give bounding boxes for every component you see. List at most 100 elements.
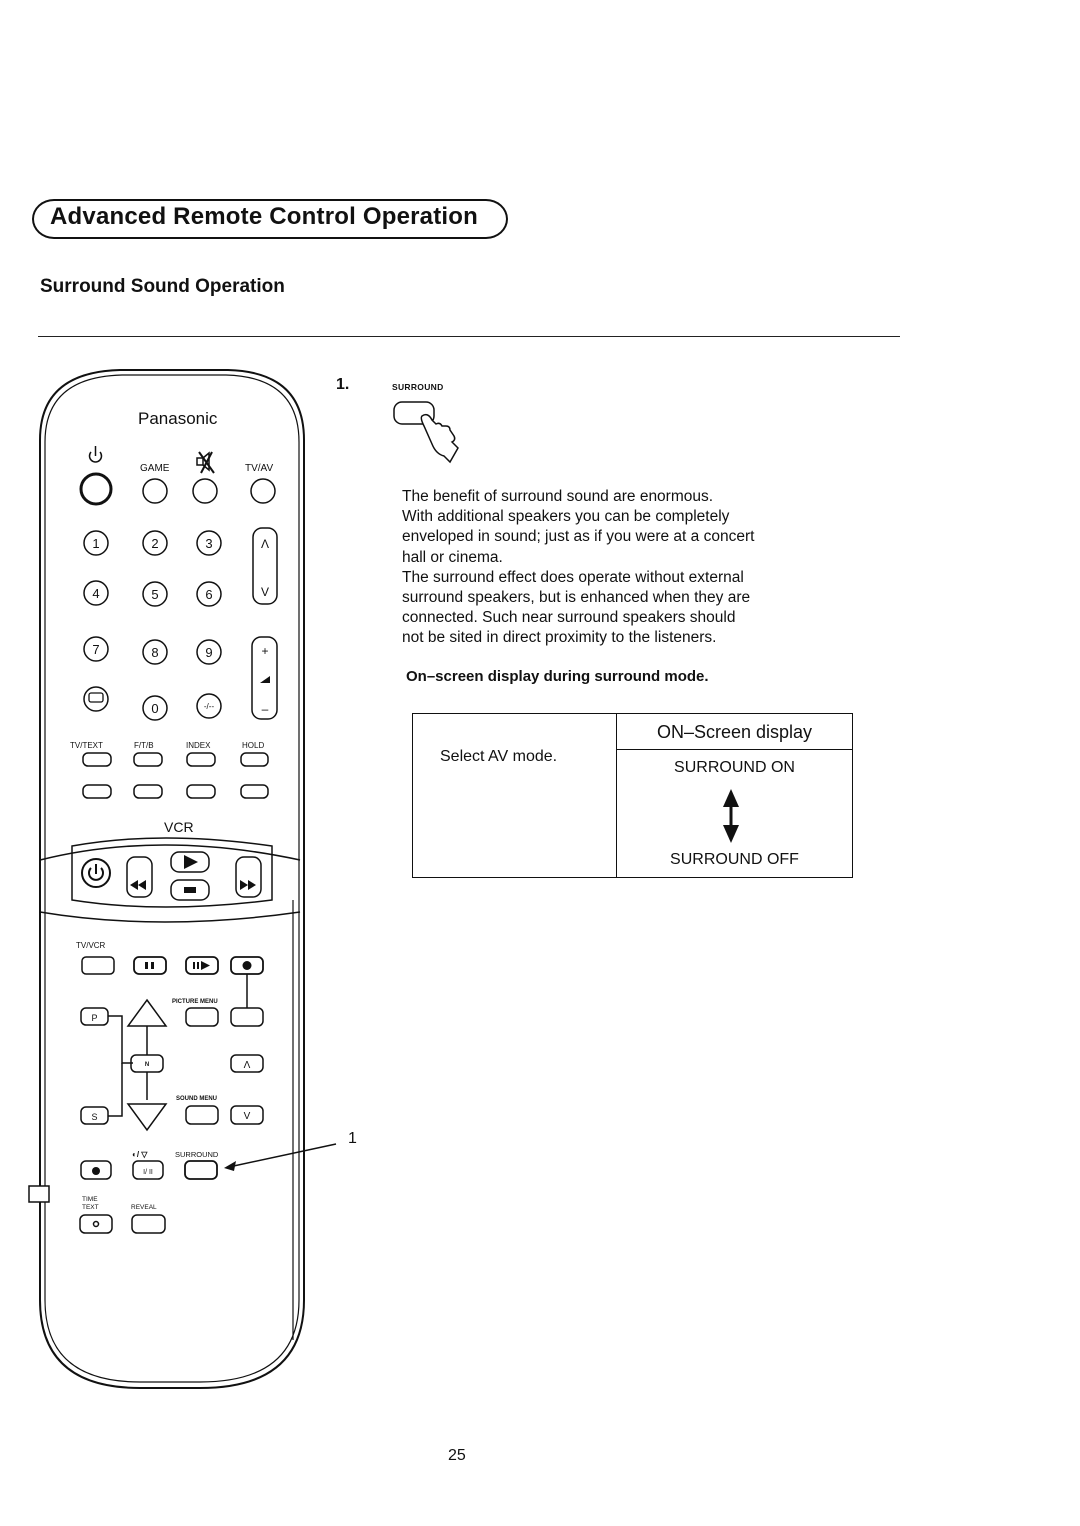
sound-menu-label: SOUND MENU	[176, 1096, 217, 1102]
s-label: S	[91, 1112, 97, 1122]
index-button[interactable]	[186, 752, 216, 767]
key-6-label: 6	[205, 587, 212, 602]
mute-button[interactable]	[192, 478, 218, 504]
pointing-hand-icon	[420, 413, 459, 464]
hold-button[interactable]	[240, 752, 269, 767]
fast-forward-icon	[240, 880, 256, 890]
play-icon	[184, 855, 198, 869]
game-label: GAME	[140, 463, 170, 474]
description-line: With additional speakers you can be comp…	[402, 508, 730, 526]
osd-instruction-text: Select AV mode.	[440, 748, 558, 765]
callout-number: 1	[348, 1130, 357, 1147]
time-text-button[interactable]	[79, 1214, 113, 1234]
key-9-label: 9	[205, 645, 212, 660]
key-3-label: 3	[205, 536, 212, 551]
tvtext-label: TV/TEXT	[70, 741, 103, 750]
key-7-label: 7	[92, 642, 99, 657]
down-arrow-button[interactable]	[126, 1103, 168, 1132]
description-line: hall or cinema.	[402, 548, 503, 566]
reveal-button[interactable]	[131, 1214, 166, 1234]
tvtext-button[interactable]	[82, 752, 112, 767]
fast-forward-button[interactable]	[235, 856, 262, 898]
key-4-label: 4	[92, 586, 99, 601]
key-2-label: 2	[151, 536, 158, 551]
brand-logo: Panasonic	[138, 409, 218, 428]
stop-icon	[184, 887, 196, 893]
stereo-key-label: I/ II	[143, 1169, 153, 1176]
osd-state-on: SURROUND ON	[674, 759, 795, 776]
tvav-label: TV/AV	[245, 463, 273, 474]
screen-icon	[88, 692, 104, 703]
description-text: The benefit of surround sound are enormo…	[402, 487, 842, 649]
toggle-arrows-icon	[723, 789, 739, 843]
ftb-label: F/T/B	[134, 741, 154, 750]
up-arrow-button[interactable]	[126, 998, 168, 1027]
vcr-label: VCR	[164, 819, 194, 835]
description-line: connected. Such near surround speakers s…	[402, 609, 736, 627]
description-line: surround speakers, but is enhanced when …	[402, 589, 751, 607]
channel-up-label: Λ	[261, 537, 269, 551]
description-line: enveloped in sound; just as if you were …	[402, 528, 755, 546]
power-icon	[88, 446, 103, 463]
vcr-power-icon	[88, 864, 104, 881]
step-button-label: SURROUND	[392, 382, 444, 392]
picture-menu-button[interactable]	[185, 1007, 219, 1027]
press-button-illustration	[393, 401, 459, 464]
down-label: V	[244, 1111, 251, 1122]
wrist-strap-clip	[28, 1185, 50, 1203]
remote-control-illustration: Panasonic GAME TV/AV 1 2 3 4 5 6 7 8 9 0…	[28, 369, 337, 1389]
osd-heading: On–screen display during surround mode.	[406, 668, 709, 685]
rewind-icon	[130, 880, 146, 890]
osd-instruction-cell: Select AV mode.	[413, 714, 617, 877]
page-number: 25	[448, 1447, 466, 1464]
game-button[interactable]	[142, 478, 168, 504]
pause-button[interactable]	[133, 956, 167, 975]
hold-label: HOLD	[242, 741, 264, 750]
fastext-blue-button[interactable]	[240, 784, 269, 799]
vcr-panel-bottom	[39, 911, 301, 923]
volume-down-label: –	[262, 702, 269, 716]
callout-arrow-line	[228, 1143, 337, 1168]
description-line: not be sited in direct proximity to the …	[402, 629, 717, 647]
osd-table: Select AV mode. ON–Screen display SURROU…	[412, 713, 853, 878]
surround-label: SURROUND	[175, 1150, 219, 1159]
tvvcr-label: TV/VCR	[76, 941, 106, 950]
volume-icon	[260, 676, 270, 683]
surround-button[interactable]	[184, 1160, 218, 1180]
description-line: The benefit of surround sound are enormo…	[402, 488, 714, 505]
ftb-button[interactable]	[133, 752, 163, 767]
slow-icon	[201, 961, 210, 970]
mute-icon	[196, 451, 215, 474]
key-8-label: 8	[151, 645, 158, 660]
description-line: The surround effect does operate without…	[402, 568, 744, 586]
n-label: N	[145, 1062, 149, 1068]
power-button[interactable]	[79, 472, 113, 506]
rewind-button[interactable]	[126, 856, 153, 898]
key-5-label: 5	[151, 587, 158, 602]
remote-body	[28, 369, 305, 1389]
key-dash-label: -/--	[204, 702, 215, 711]
text-label: TEXT	[82, 1204, 99, 1211]
channel-down-label: V	[261, 585, 269, 599]
p-label: P	[91, 1013, 97, 1023]
up-label: Λ	[244, 1060, 251, 1071]
time-text-dot-icon	[92, 1220, 100, 1228]
stereo-label: ◐/ ▽	[132, 1150, 148, 1159]
fastext-yellow-button[interactable]	[186, 784, 216, 799]
sound-menu-button[interactable]	[185, 1105, 219, 1125]
picture-adjust-button[interactable]	[230, 1007, 264, 1027]
tvvcr-button[interactable]	[81, 956, 115, 975]
reveal-label: REVEAL	[131, 1204, 157, 1211]
osd-column-header: ON–Screen display	[617, 714, 852, 750]
volume-up-label: +	[261, 644, 268, 658]
record-icon	[242, 961, 252, 970]
key-1-label: 1	[92, 536, 99, 551]
timer-icon	[92, 1167, 100, 1175]
program-position-button[interactable]	[83, 686, 109, 712]
number-keypad: 1 2 3 4 5 6 7 8 9 0 -/--	[83, 530, 222, 721]
fastext-green-button[interactable]	[133, 784, 163, 799]
time-label: TIME	[82, 1196, 98, 1203]
key-0-label: 0	[151, 701, 158, 716]
fastext-red-button[interactable]	[82, 784, 112, 799]
tvav-button[interactable]	[250, 478, 276, 504]
